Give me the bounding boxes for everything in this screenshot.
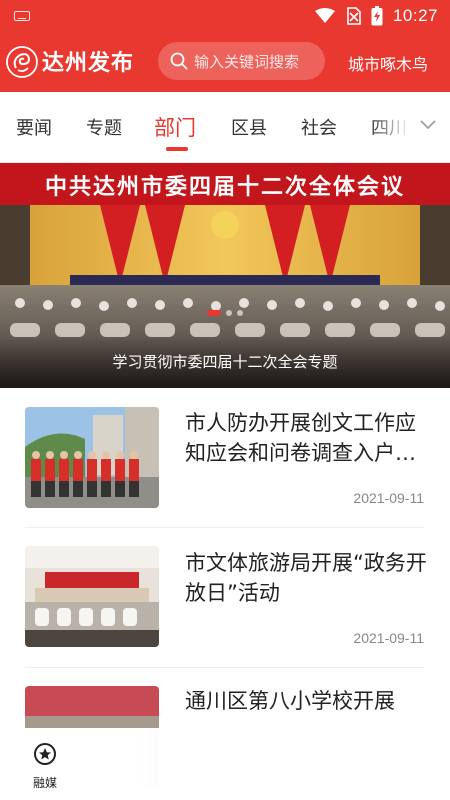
news-title: 市人防办开展创文工作应知应会和问卷调查入户活动 [185,411,416,465]
tabs-fade [370,92,410,162]
media-fusion-label: 融媒 [32,776,57,790]
news-title: 市文体旅游局开展“政务开放日”活动 [185,551,427,605]
clock: 10:27 [392,6,438,25]
app-brand: 达州发布 [42,50,135,76]
keyboard-icon [14,11,30,21]
city-woodpecker-link[interactable]: 城市啄木鸟 [348,51,428,75]
tab-headlines[interactable]: 要闻 [16,114,52,140]
tab-society[interactable]: 社会 [301,114,337,140]
news-thumbnail [25,407,159,508]
carousel-dot[interactable] [207,310,221,316]
media-fusion-tab[interactable]: 融媒 [22,742,68,791]
app-header: 达州发布 输入关键词搜索 城市啄木鸟 [0,32,450,92]
active-tab-indicator [166,147,188,151]
no-sim-icon [347,7,361,25]
news-item[interactable]: 市人防办开展创文工作应知应会和问卷调查入户活动 2021-09-11 [0,388,450,528]
banner-carousel[interactable]: 中共达州市委四届十二次全体会议 学习贯彻市委四届十二次全会专题 [0,163,450,388]
wifi-icon [314,8,335,23]
tab-districts[interactable]: 区县 [231,114,267,140]
status-bar: 10:27 [0,0,450,32]
app-logo-icon [6,46,38,78]
carousel-dots [0,310,450,316]
tab-departments[interactable]: 部门 [154,112,196,142]
tab-topics[interactable]: 专题 [86,114,122,140]
news-date: 2021-09-11 [353,630,424,646]
category-tabs: 要闻 专题 部门 区县 社会 四川 [0,92,450,163]
carousel-dot[interactable] [226,310,232,316]
media-fusion-icon [34,743,56,765]
search-placeholder: 输入关键词搜索 [194,52,300,71]
search-input[interactable]: 输入关键词搜索 [158,42,325,80]
news-item[interactable]: 市文体旅游局开展“政务开放日”活动 2021-09-11 [0,528,450,668]
bottom-nav: 融媒 [0,728,450,800]
banner-slogan: 中共达州市委四届十二次全体会议 [44,175,405,200]
search-icon [170,52,188,70]
battery-charging-icon [371,6,383,26]
news-title: 通川区第八小学校开展 [185,689,395,713]
chevron-down-icon[interactable] [420,118,436,130]
banner-caption: 学习贯彻市委四届十二次全会专题 [112,353,338,371]
news-date: 2021-09-11 [353,490,424,506]
news-thumbnail [25,546,159,647]
carousel-dot[interactable] [237,310,243,316]
